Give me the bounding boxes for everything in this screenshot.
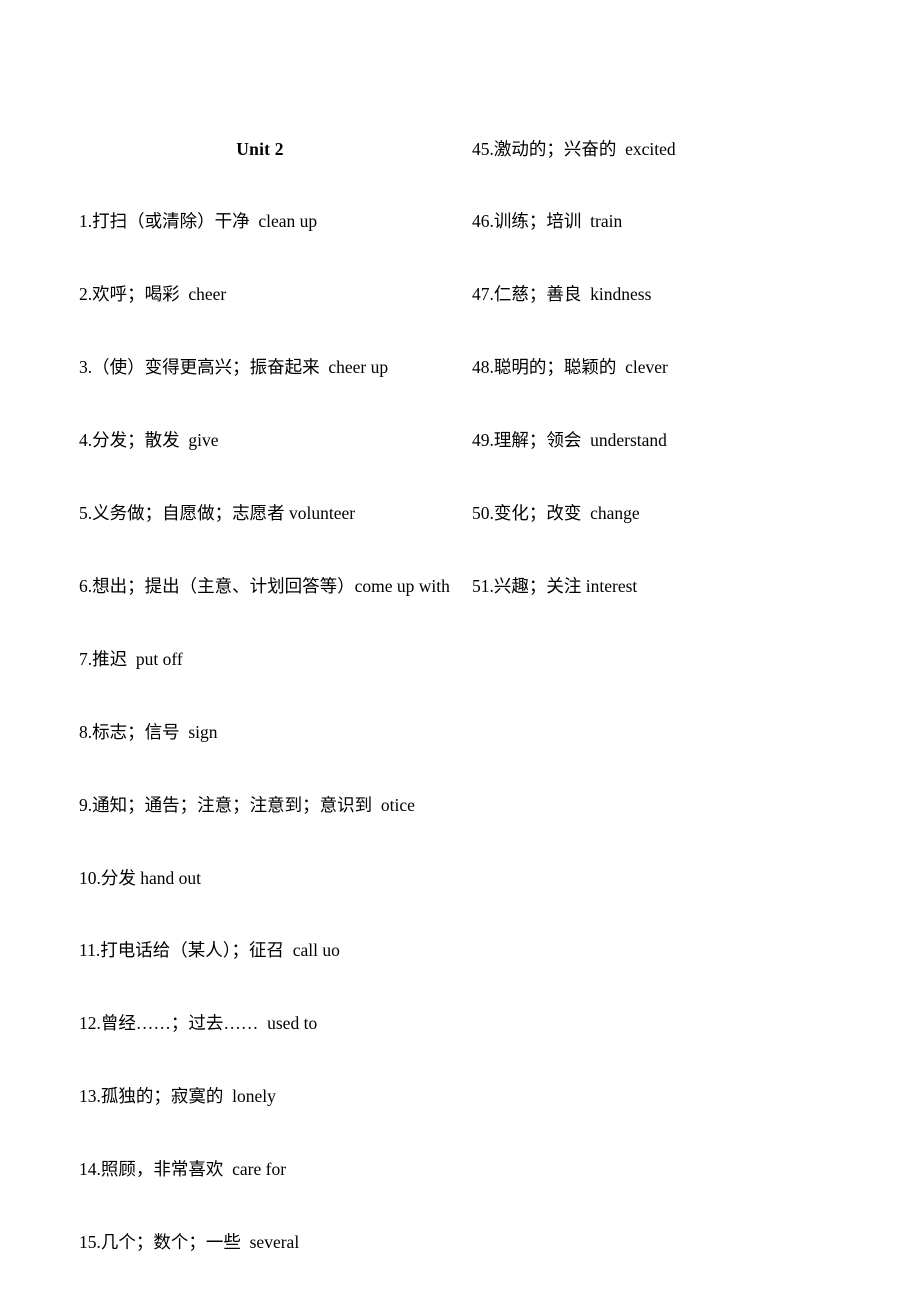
vocabulary-column-left: Unit 2 1.打扫（或清除）干净 clean up 2.欢呼；喝彩 chee… — [79, 88, 451, 1302]
vocabulary-entry: 3.（使）变得更高兴；振奋起来 cheer up — [79, 357, 389, 378]
page-title: Unit 2 — [236, 138, 284, 159]
vocabulary-entry: 10.分发 hand out — [79, 867, 202, 888]
vocabulary-entry: 9.通知；通告；注意；注意到；意识到 otice — [79, 794, 415, 815]
vocabulary-entry: 45.激动的；兴奋的 excited — [472, 138, 676, 159]
vocabulary-entry: 48.聪明的；聪颖的 clever — [472, 357, 668, 378]
vocabulary-entry: 4.分发；散发 give — [79, 430, 219, 451]
vocabulary-entry: 5.义务做；自愿做；志愿者 volunteer — [79, 503, 356, 524]
vocabulary-entry: 49.理解；领会 understand — [472, 430, 667, 451]
vocabulary-entry: 51.兴趣；关注 interest — [472, 575, 638, 596]
vocabulary-entry: 8.标志；信号 sign — [79, 721, 218, 742]
vocabulary-entry: 47.仁慈；善良 kindness — [472, 284, 652, 305]
vocabulary-entry: 46.训练；培训 train — [472, 211, 623, 232]
document-page: Unit 2 1.打扫（或清除）干净 clean up 2.欢呼；喝彩 chee… — [0, 0, 920, 1302]
vocabulary-entry: 15.几个；数个；一些 several — [79, 1231, 300, 1252]
vocabulary-entry: 14.照顾，非常喜欢 care for — [79, 1159, 287, 1180]
vocabulary-entry: 50.变化；改变 change — [472, 503, 640, 524]
vocabulary-entry: 6.想出；提出（主意、计划回答等）come up with — [79, 575, 450, 596]
vocabulary-entry: 13.孤独的；寂寞的 lonely — [79, 1086, 276, 1107]
vocabulary-entry: 2.欢呼；喝彩 cheer — [79, 284, 227, 305]
vocabulary-entry: 7.推迟 put off — [79, 648, 183, 669]
vocabulary-entry: 1.打扫（或清除）干净 clean up — [79, 211, 318, 232]
vocabulary-entry: 11.打电话给（某人）；征召 call uo — [79, 940, 340, 961]
vocabulary-column-right: 45.激动的；兴奋的 excited 46.训练；培训 train 47.仁慈；… — [472, 88, 872, 647]
vocabulary-entry: 12.曾经……；过去…… used to — [79, 1013, 318, 1034]
